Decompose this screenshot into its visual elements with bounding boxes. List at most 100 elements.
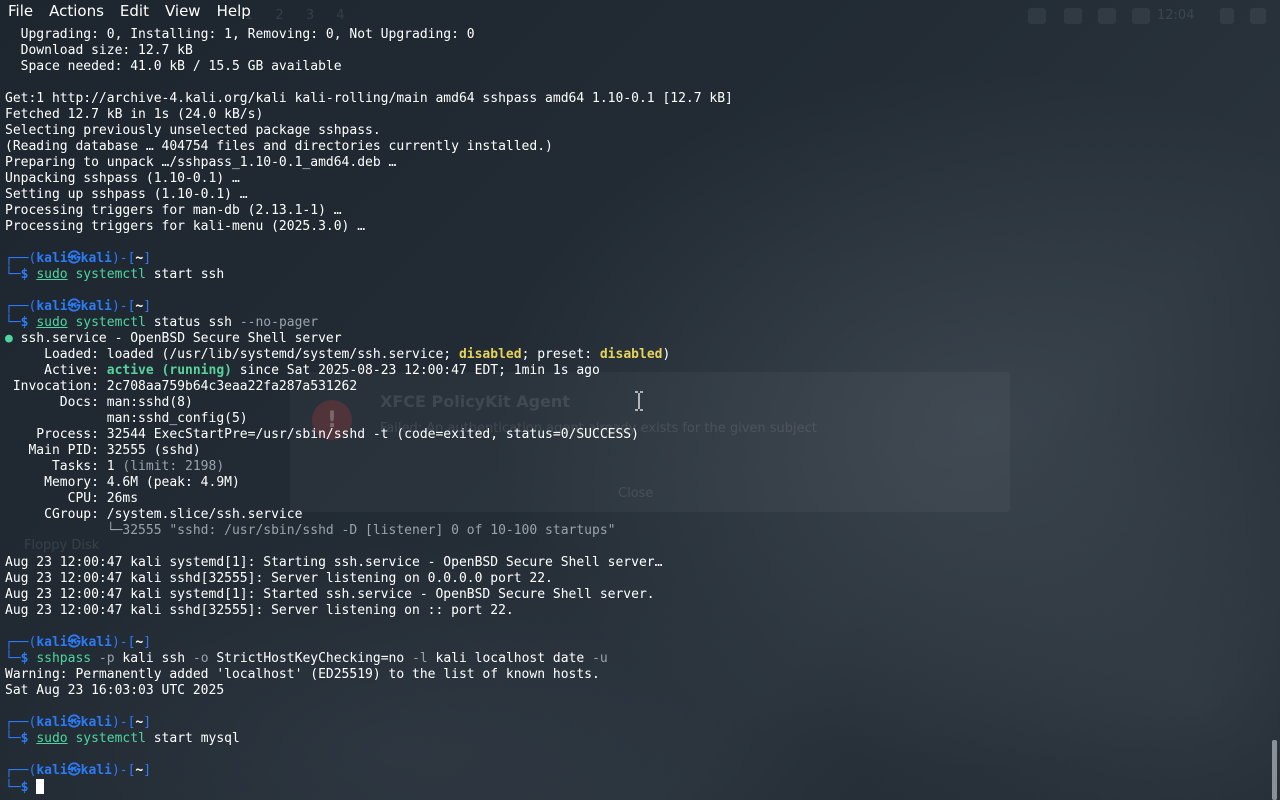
terminal-text: Fetched 12.7 kB in 1s (24.0 kB/s) [5,107,264,122]
terminal-text: Process: 32544 ExecStartPre=/usr/sbin/ss… [5,427,639,442]
workspace-4: 4 [336,8,345,23]
terminal-text: ● [5,331,13,346]
terminal-line: Aug 23 12:00:47 kali sshd[32555]: Server… [5,603,1268,619]
terminal-line: man:sshd_config(5) [5,411,1268,427]
terminal-text: ┌──( [5,635,37,650]
workspace-2: 2 [275,8,284,23]
terminal-text: Aug 23 12:00:47 kali sshd[32555]: Server… [5,603,514,618]
terminal-text: Upgrading: 0, Installing: 1, Removing: 0… [5,27,475,42]
terminal-line: Preparing to unpack …/sshpass_1.10-0.1_a… [5,155,1268,171]
menu-file[interactable]: File [0,2,41,20]
terminal-text: $ [20,731,37,746]
clock: 12:04 [1157,8,1195,23]
terminal-text: )-[ [111,635,136,650]
terminal-text: -o [192,651,209,666]
terminal-line: └─32555 "sshd: /usr/sbin/sshd -D [listen… [5,523,1268,539]
terminal-text: systemctl [67,731,146,746]
terminal-text: start mysql [145,731,240,746]
terminal-text: ] [143,299,152,314]
terminal-text: disabled [599,347,663,362]
terminal-line: └─$ sudo systemctl start mysql [5,731,1268,747]
terminal-line: └─$ sudo systemctl start ssh [5,267,1268,283]
terminal-line: ┌──(kali㉿kali)-[~] [5,715,1268,731]
terminal-text: $ [20,315,37,330]
terminal-line: ┌──(kali㉿kali)-[~] [5,299,1268,315]
terminal-text: └─32555 "sshd: /usr/sbin/sshd -D [listen… [5,523,616,538]
terminal-line: Space needed: 41.0 kB / 15.5 GB availabl… [5,59,1268,75]
terminal-text: systemctl [67,315,146,330]
terminal-line: Active: active (running) since Sat 2025-… [5,363,1268,379]
terminal-text: StrictHostKeyChecking=no [208,651,413,666]
terminal-line: Setting up sshpass (1.10-0.1) … [5,187,1268,203]
terminal-text: Sat Aug 23 16:03:03 UTC 2025 [5,683,225,698]
terminal-text: Download size: 12.7 kB [5,43,193,58]
terminal-text: Space needed: 41.0 kB / 15.5 GB availabl… [5,59,342,74]
terminal-text: ; preset: [521,347,600,362]
terminal-line: Sat Aug 23 16:03:03 UTC 2025 [5,683,1268,699]
terminal-line: Upgrading: 0, Installing: 1, Removing: 0… [5,27,1268,43]
terminal-line: Tasks: 1 (limit: 2198) [5,459,1268,475]
terminal-text: kali㉿kali [36,299,112,314]
terminal-text: kali㉿kali [36,715,112,730]
terminal-line: └─$ sudo systemctl status ssh --no-pager [5,315,1268,331]
terminal-text: Tasks: 1 [5,459,123,474]
terminal-text: -l [412,651,428,666]
terminal-text: kali㉿kali [36,635,112,650]
terminal-text: Docs: man:sshd(8) [5,395,193,410]
tray-status-icon [1132,8,1150,24]
terminal-text: Selecting previously unselected package … [5,123,381,138]
terminal-text: CGroup: /system.slice/ssh.service [5,507,303,522]
terminal-text: -u [592,651,608,666]
lock-icon [1220,8,1234,24]
terminal-text: ] [143,251,152,266]
menu-help[interactable]: Help [209,2,259,20]
terminal-text: sudo [36,267,68,282]
terminal-line: Loaded: loaded (/usr/lib/systemd/system/… [5,347,1268,363]
terminal-text: └─ [5,780,21,795]
terminal-text: Unpacking sshpass (1.10-0.1) … [5,171,240,186]
terminal-text: Memory: 4.6M (peak: 4.9M) [5,475,240,490]
volume-icon [1064,8,1082,24]
terminal-line: Warning: Permanently added 'localhost' (… [5,667,1268,683]
terminal-line: Memory: 4.6M (peak: 4.9M) [5,475,1268,491]
menu-edit[interactable]: Edit [112,2,157,20]
terminal-text: └─ [5,731,21,746]
terminal-text: kali localhost date [427,651,593,666]
terminal-text: disabled [458,347,522,362]
terminal-text: )-[ [111,251,136,266]
workspace-3: 3 [305,8,315,23]
terminal-line: CPU: 26ms [5,491,1268,507]
terminal-text: └─ [5,315,21,330]
terminal-text: status ssh [145,315,240,330]
terminal-line: Fetched 12.7 kB in 1s (24.0 kB/s) [5,107,1268,123]
terminal-text: Aug 23 12:00:47 kali systemd[1]: Startin… [5,555,663,570]
menu-actions[interactable]: Actions [41,2,112,20]
terminal-line: (Reading database … 404754 files and dir… [5,139,1268,155]
terminal-text: ) [662,347,671,362]
terminal-text: Warning: Permanently added 'localhost' (… [5,667,600,682]
terminal-line: ┌──(kali㉿kali)-[~] [5,635,1268,651]
terminal-text: man:sshd_config(5) [5,411,248,426]
terminal-text: (limit: 2198) [122,459,225,474]
terminal-line: Main PID: 32555 (sshd) [5,443,1268,459]
terminal-text: Aug 23 12:00:47 kali sshd[32555]: Server… [5,571,553,586]
terminal-text: --no-pager [239,315,319,330]
menu-view[interactable]: View [157,2,209,20]
terminal-line: Process: 32544 ExecStartPre=/usr/sbin/ss… [5,427,1268,443]
terminal-scrollbar[interactable] [1272,740,1277,800]
terminal-text: )-[ [111,763,136,778]
terminal-menubar: File Actions Edit View Help [0,0,259,22]
terminal-line: Aug 23 12:00:47 kali sshd[32555]: Server… [5,571,1268,587]
terminal-output[interactable]: Upgrading: 0, Installing: 1, Removing: 0… [5,27,1268,795]
terminal-line: ● ssh.service - OpenBSD Secure Shell ser… [5,331,1268,347]
terminal-text: active (running) [106,363,232,378]
terminal-text: kali ssh [114,651,193,666]
terminal-text: sudo [36,315,68,330]
terminal-line: Aug 23 12:00:47 kali systemd[1]: Startin… [5,555,1268,571]
terminal-text: Preparing to unpack …/sshpass_1.10-0.1_a… [5,155,397,170]
tray-window-icon [1028,8,1046,24]
